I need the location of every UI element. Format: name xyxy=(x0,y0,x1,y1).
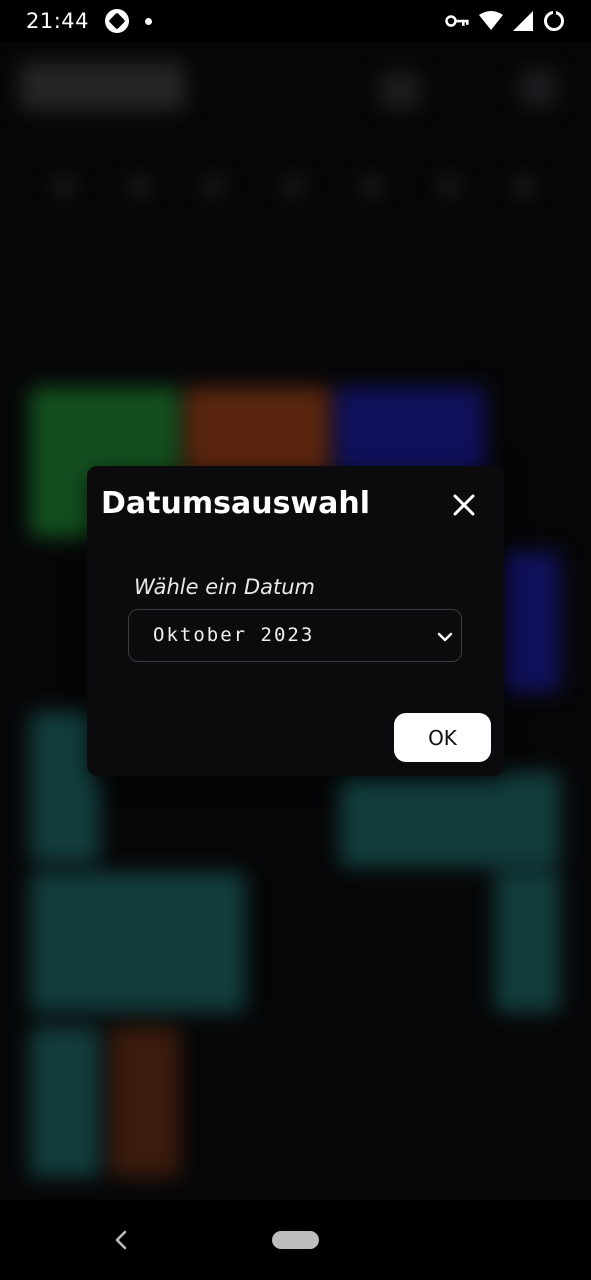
close-icon xyxy=(453,494,475,516)
date-field-label: Wähle ein Datum xyxy=(134,575,316,599)
month-select[interactable]: Oktober 2023 xyxy=(128,609,462,662)
status-time: 21:44 xyxy=(26,9,90,33)
date-picker-dialog: Datumsauswahl Wähle ein Datum Oktober 20… xyxy=(87,466,504,776)
back-chevron-icon xyxy=(115,1230,127,1250)
home-pill-icon[interactable] xyxy=(272,1231,319,1249)
ok-button[interactable]: OK xyxy=(394,713,491,762)
vpn-key-icon xyxy=(445,15,469,27)
status-right xyxy=(445,10,565,32)
dot-icon xyxy=(145,17,153,25)
close-button[interactable] xyxy=(449,490,479,520)
navigation-bar xyxy=(0,1200,591,1280)
wifi-icon xyxy=(479,11,503,30)
dialog-title: Datumsauswahl xyxy=(101,486,371,521)
status-bar: 21:44 xyxy=(0,0,591,42)
chevron-down-icon xyxy=(437,632,453,642)
month-select-value: Oktober 2023 xyxy=(153,624,315,646)
signal-icon xyxy=(513,11,533,31)
status-left: 21:44 xyxy=(26,9,153,33)
app-notification-icon xyxy=(105,9,130,33)
back-button[interactable] xyxy=(110,1228,132,1252)
battery-saver-icon xyxy=(544,10,564,31)
